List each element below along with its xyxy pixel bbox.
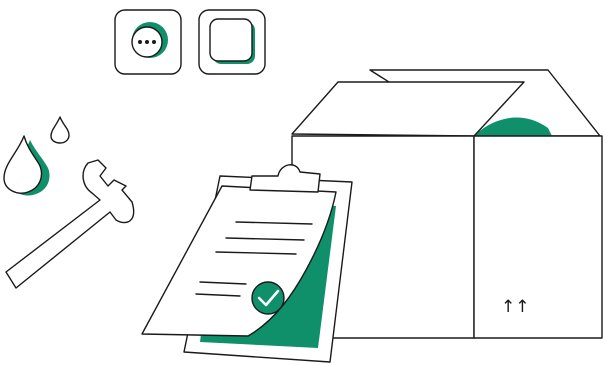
light-switch-icon (198, 9, 266, 75)
moving-checklist-illustration: ↑↑ (3, 9, 603, 363)
clipboard-checklist-icon (141, 164, 353, 363)
checkmark-icon (251, 281, 285, 315)
power-socket-icon (114, 9, 182, 75)
this-side-up-marking: ↑↑ (501, 297, 530, 317)
water-drop-icon (3, 116, 70, 196)
